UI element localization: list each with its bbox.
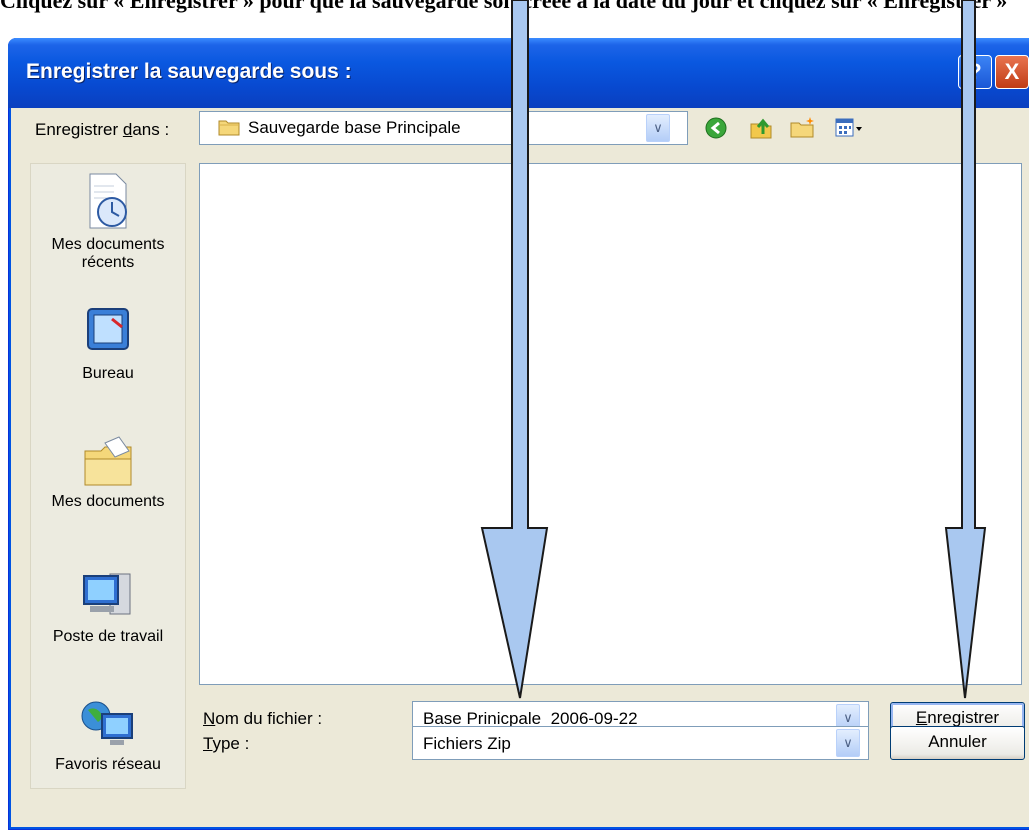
annotation-arrows — [480, 0, 987, 699]
arrow-to-filename — [480, 0, 549, 699]
arrow-to-save-button — [944, 0, 987, 699]
